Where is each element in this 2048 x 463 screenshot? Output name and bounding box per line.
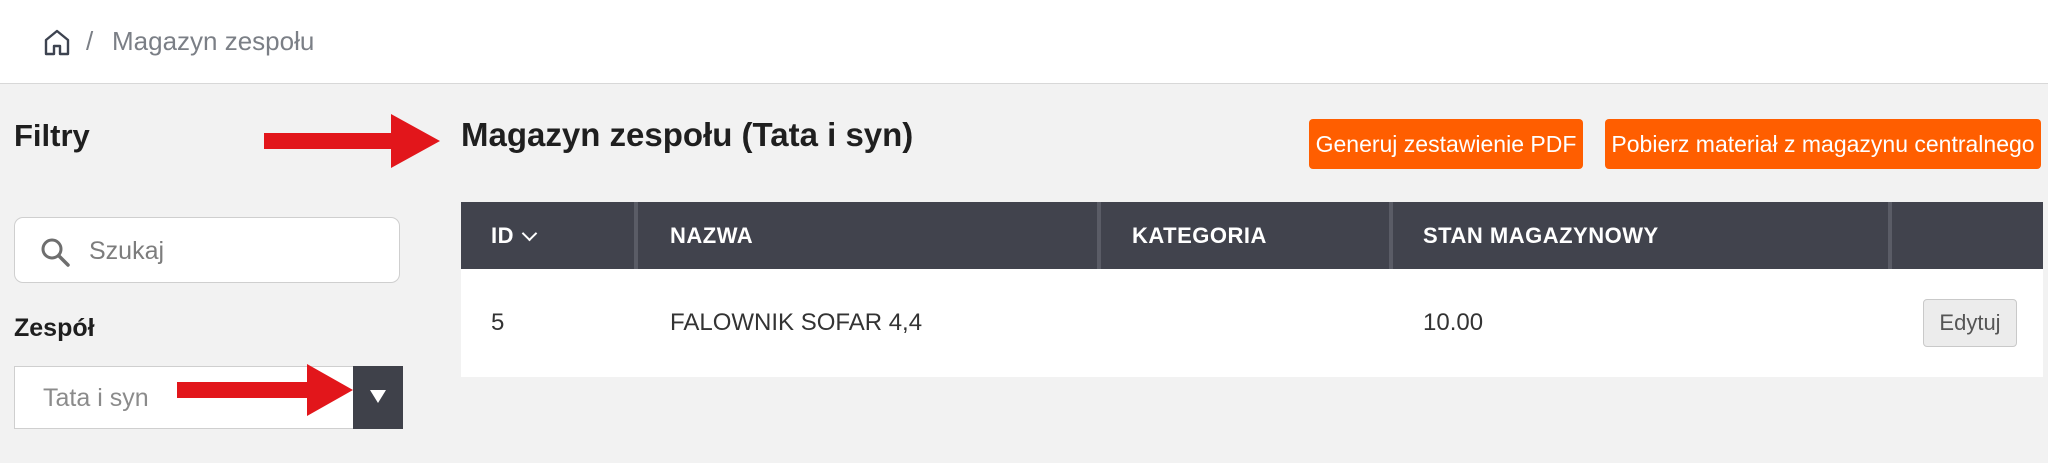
cell-stock: 10.00: [1423, 309, 1484, 336]
column-divider: [634, 202, 638, 269]
cell-id: 5: [491, 309, 505, 336]
column-divider: [1389, 202, 1393, 269]
column-divider: [1888, 202, 1892, 269]
fetch-central-material-button[interactable]: Pobierz materiał z magazynu centralnego: [1605, 119, 2041, 169]
home-icon[interactable]: [42, 27, 72, 57]
header-category[interactable]: KATEGORIA: [1132, 202, 1267, 269]
search-box[interactable]: [14, 217, 400, 283]
table-row[interactable]: 5 FALOWNIK SOFAR 4,4 10.00 Edytuj: [461, 269, 2043, 377]
team-select-toggle[interactable]: [353, 366, 403, 429]
header-id-label: ID: [491, 223, 514, 248]
generate-pdf-button[interactable]: Generuj zestawienie PDF: [1309, 119, 1583, 169]
breadcrumb-current: Magazyn zespołu: [112, 26, 315, 56]
header-stock[interactable]: STAN MAGAZYNOWY: [1423, 202, 1659, 269]
chevron-down-icon: [521, 225, 538, 242]
red-arrow-icon: [177, 364, 353, 416]
top-bar: / Magazyn zespołu: [0, 0, 2048, 84]
header-id[interactable]: ID: [491, 202, 538, 269]
breadcrumb-separator: /: [86, 26, 94, 56]
caret-down-icon: [370, 390, 386, 403]
search-icon: [41, 238, 70, 267]
red-arrow-icon: [264, 114, 440, 168]
column-divider: [1097, 202, 1101, 269]
filters-title: Filtry: [14, 118, 90, 153]
team-label: Zespół: [14, 314, 95, 342]
page-title: Magazyn zespołu (Tata i syn): [461, 116, 914, 153]
table-header: ID NAZWA KATEGORIA STAN MAGAZYNOWY: [461, 202, 2043, 269]
team-select-value: Tata i syn: [43, 384, 149, 412]
header-name[interactable]: NAZWA: [670, 202, 753, 269]
inventory-table: ID NAZWA KATEGORIA STAN MAGAZYNOWY 5 FAL…: [461, 202, 2043, 378]
search-input[interactable]: [87, 230, 381, 272]
cell-name: FALOWNIK SOFAR 4,4: [670, 309, 923, 336]
edit-button[interactable]: Edytuj: [1923, 299, 2017, 347]
